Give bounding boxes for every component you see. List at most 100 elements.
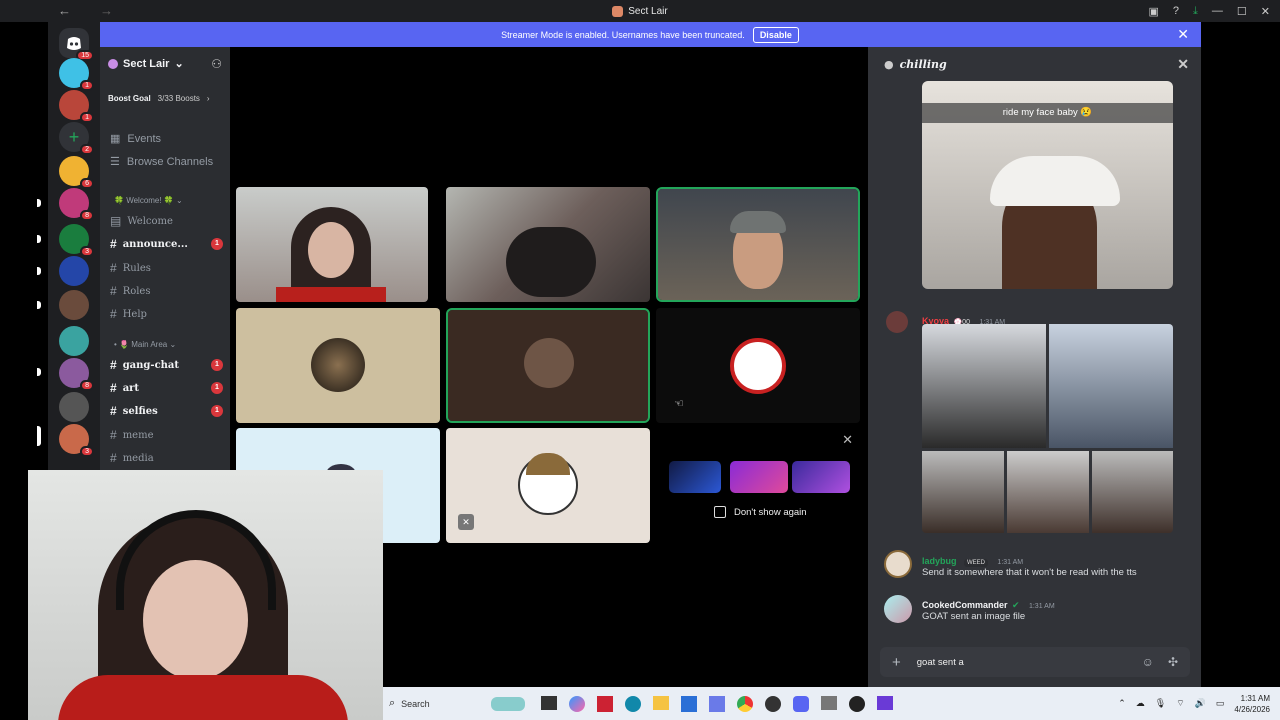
add-attachment-icon[interactable]: + (892, 654, 901, 671)
camera-icon[interactable] (821, 695, 838, 710)
category-main-area[interactable]: • 🌷 Main Area ⌄ (114, 340, 176, 349)
battery-icon[interactable]: ▭ (1216, 698, 1225, 709)
message-input[interactable]: goat sent a (917, 657, 1142, 668)
browse-channels-link[interactable]: ☰ Browse Channels (110, 155, 213, 169)
forward-arrow-icon[interactable]: → (100, 3, 113, 18)
back-arrow-icon[interactable]: ← (58, 3, 71, 18)
chevron-up-icon[interactable]: ⌃ (1118, 698, 1126, 709)
channel-announcements[interactable]: # announce... 1 (110, 237, 225, 251)
volume-icon[interactable]: 🔊 (1195, 698, 1206, 709)
microphone-icon[interactable]: 🎙 (1155, 698, 1166, 709)
channel-help[interactable]: # Help (110, 307, 225, 321)
search-icon[interactable]: ⌕ (389, 697, 395, 710)
image-person-cap (990, 156, 1120, 206)
promo-thumb-3[interactable] (792, 461, 850, 493)
gallery-image-1[interactable] (922, 324, 1046, 448)
channel-rules[interactable]: # Rules (110, 261, 225, 275)
close-promo-icon[interactable]: ✕ (842, 432, 853, 448)
cloud-icon[interactable]: ☁ (1136, 698, 1145, 709)
copilot-icon[interactable] (569, 695, 586, 712)
participant-shirt (276, 287, 386, 302)
server-icon-11[interactable]: 3 (59, 424, 94, 457)
home-button[interactable]: 15 (59, 28, 94, 61)
server-icon-1[interactable]: 1 (59, 58, 94, 91)
obs-icon[interactable] (765, 695, 782, 712)
help-icon[interactable]: ? (1173, 5, 1179, 17)
streamer-mode-banner: Streamer Mode is enabled. Usernames have… (99, 22, 1201, 47)
boost-goal[interactable]: Boost Goal 3/33 Boosts › (108, 94, 210, 103)
minimize-icon[interactable]: — (1212, 5, 1223, 17)
invite-people-icon[interactable]: ⚇ (211, 57, 222, 71)
video-tile[interactable] (446, 187, 650, 302)
server-icon-3[interactable]: 6 (59, 156, 94, 189)
channel-welcome[interactable]: ▤ Welcome (110, 214, 225, 228)
taskbar-search-input[interactable]: Search (401, 699, 481, 709)
avatar-tile[interactable] (656, 308, 860, 423)
hash-icon: # (110, 237, 117, 251)
gallery-image-4[interactable] (1007, 451, 1089, 533)
discord-taskbar-icon[interactable] (793, 695, 810, 712)
chrome-icon[interactable] (737, 695, 754, 712)
apps-icon[interactable]: ✣ (1168, 655, 1178, 669)
channel-meme[interactable]: # meme (110, 428, 225, 442)
channel-art[interactable]: # art 1 (110, 381, 225, 395)
disable-button[interactable]: Disable (752, 26, 799, 43)
store-icon[interactable] (681, 695, 698, 712)
server-icon-7[interactable] (59, 290, 89, 320)
message-author[interactable]: ladybug (922, 556, 957, 566)
server-icon-5[interactable]: 3 (59, 224, 94, 257)
server-name-header[interactable]: Sect Lair ⌄ (108, 57, 184, 70)
cursor-icon: ☜ (674, 398, 684, 410)
avatar-tile[interactable] (236, 308, 440, 423)
server-icon-10[interactable] (59, 392, 89, 422)
events-link[interactable]: ▦ Events (110, 132, 161, 146)
server-icon-9[interactable]: 8 (59, 358, 94, 391)
avatar (884, 595, 912, 623)
message-composer: + goat sent a ☺ ✣ (880, 647, 1190, 677)
emoji-icon[interactable]: ☺ (1142, 655, 1154, 669)
server-badge-icon (108, 58, 118, 69)
message-author[interactable]: CookedCommander (922, 600, 1008, 610)
server-icon-6[interactable] (59, 256, 89, 286)
taskbar-clock[interactable]: 1:31 AM 4/26/2026 (1234, 693, 1270, 715)
clapper-icon[interactable] (877, 695, 894, 710)
server-icon-4[interactable]: 8 (59, 188, 94, 221)
add-server-icon[interactable]: + 2 (59, 122, 94, 155)
inbox-icon[interactable]: ▣ (1149, 5, 1159, 18)
close-banner-icon[interactable]: ✕ (1177, 26, 1189, 43)
app-icon-blue[interactable] (709, 695, 726, 712)
promo-thumb-rythm[interactable] (669, 461, 721, 493)
server-icon-2[interactable]: 1 (59, 90, 94, 123)
avatar-tile-speaking[interactable] (446, 308, 650, 423)
close-chat-icon[interactable]: ✕ (1177, 56, 1189, 73)
hash-icon: # (110, 381, 117, 395)
channel-selfies[interactable]: # selfies 1 (110, 404, 225, 418)
video-tile-speaking[interactable] (656, 187, 860, 302)
edge-icon[interactable] (625, 695, 642, 712)
media-player-icon[interactable] (849, 695, 866, 712)
promo-thumb-2[interactable] (730, 461, 788, 493)
participant-hat (730, 211, 786, 233)
gallery-image-3[interactable] (922, 451, 1004, 533)
gallery-image-2[interactable] (1049, 324, 1173, 448)
unread-pip (37, 368, 41, 376)
gallery-image-5[interactable] (1092, 451, 1173, 533)
close-window-icon[interactable]: ✕ (1261, 5, 1270, 18)
server-icon-8[interactable] (59, 326, 89, 356)
maximize-icon[interactable]: ☐ (1237, 5, 1247, 18)
video-tile[interactable] (236, 187, 428, 302)
category-welcome[interactable]: 🍀 Welcome! 🍀 ⌄ (114, 196, 183, 205)
channel-media[interactable]: # media (110, 451, 225, 465)
participant-face (308, 222, 354, 278)
channel-gang-chat[interactable]: # gang-chat 1 (110, 358, 225, 372)
wifi-icon[interactable]: ⌔ (1176, 698, 1184, 709)
image-attachment[interactable]: ride my face baby 😢 (922, 81, 1173, 289)
avatar-tile[interactable]: ✕ (446, 428, 650, 543)
app-icon-red[interactable] (597, 695, 614, 712)
folder-icon[interactable] (653, 695, 670, 710)
channel-roles[interactable]: # Roles (110, 284, 225, 298)
dont-show-again-checkbox[interactable]: Don't show again (714, 506, 807, 518)
download-icon[interactable]: ⤓ (1193, 5, 1198, 18)
file-explorer-icon[interactable] (541, 695, 558, 710)
chat-header: ● chilling ✕ (868, 47, 1201, 81)
